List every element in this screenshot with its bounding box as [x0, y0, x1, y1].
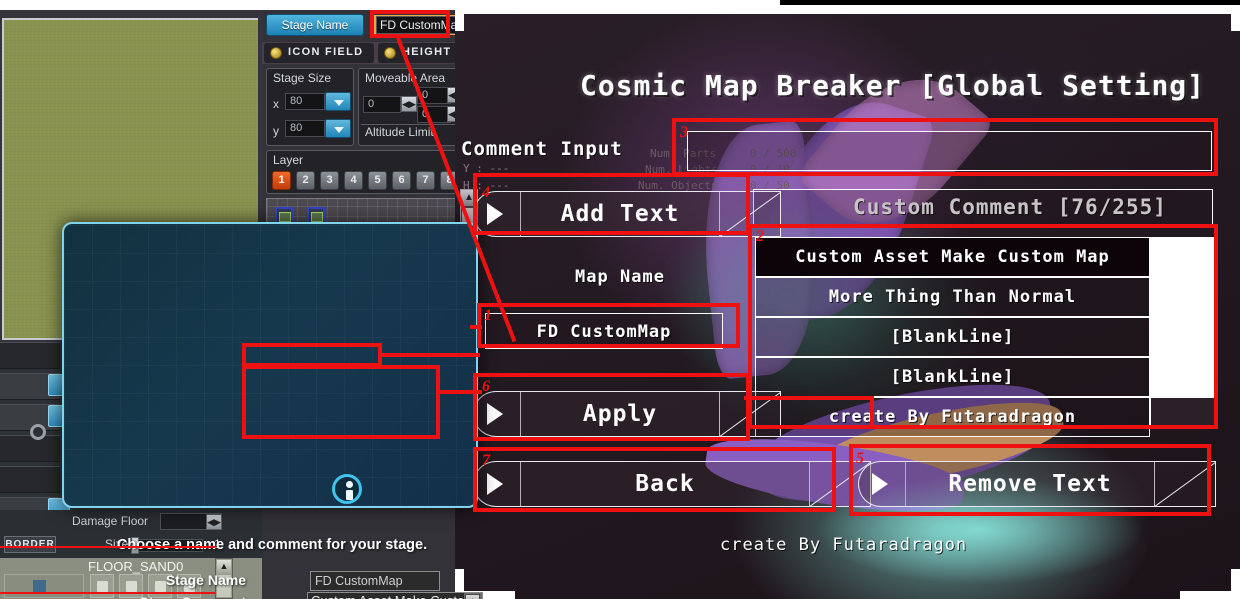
- stage-size-group: Stage Size x 80 y 80: [266, 68, 354, 146]
- comment-list-item[interactable]: [BlankLine]: [755, 317, 1150, 357]
- dialog-message: Choose a name and comment for your stage…: [116, 537, 428, 553]
- stage-size-title: Stage Size: [273, 71, 332, 85]
- layer-button-6[interactable]: 6: [392, 171, 411, 190]
- comment-list-item[interactable]: [BlankLine]: [755, 357, 1150, 397]
- property-row[interactable]: [0, 435, 60, 462]
- screenshot-root: Damage Floor 0 ◀▶ BORDER Size 1 FLOOR_SA…: [0, 0, 1240, 599]
- coin-icon: [384, 47, 396, 59]
- icon-part: [279, 212, 291, 222]
- property-row[interactable]: [0, 373, 70, 400]
- comment-list-item[interactable]: More Thing Than Normal: [755, 277, 1150, 317]
- comment-list-item[interactable]: Custom Asset Make Custom Map: [755, 237, 1150, 277]
- annotation-number-2: 2: [756, 228, 764, 245]
- remove-text-button[interactable]: Remove Text: [858, 461, 1216, 507]
- stage-size-x-dropdown-icon[interactable]: [325, 92, 351, 111]
- stage-size-y-input[interactable]: 80: [285, 120, 325, 137]
- annotation-connector: [870, 396, 874, 426]
- add-text-button[interactable]: Add Text: [473, 191, 781, 237]
- annotation-connector: [380, 353, 480, 357]
- stage-comment-field-label: Stage Comment: [64, 594, 246, 599]
- moveable-area-stepper-1-icon[interactable]: ◀▶: [401, 96, 417, 112]
- button-slash-decoration: [1154, 461, 1216, 507]
- button-slash-decoration: [719, 191, 781, 237]
- stage-size-y-label: y: [273, 124, 279, 138]
- coord-y-readout: Y : ---: [463, 162, 510, 175]
- back-button[interactable]: Back: [473, 461, 871, 507]
- stage-name-field-label: Stage Name: [165, 572, 246, 588]
- comment-list-white-panel: [1150, 237, 1215, 397]
- apply-button[interactable]: Apply: [473, 391, 781, 437]
- remove-text-label: Remove Text: [948, 471, 1112, 497]
- add-text-label: Add Text: [560, 201, 680, 227]
- layer-button-1[interactable]: 1: [272, 171, 291, 190]
- coin-icon: [270, 47, 282, 59]
- annotation-number-3: 3: [680, 124, 688, 141]
- layer-button-4[interactable]: 4: [344, 171, 363, 190]
- annotation-number-1: 1: [484, 307, 492, 324]
- custom-comment-header-frame: [753, 189, 1213, 225]
- property-row[interactable]: [0, 466, 60, 493]
- annotation-connector: [470, 325, 482, 329]
- credit-text: create By Futaradragon: [720, 535, 968, 555]
- back-label: Back: [635, 471, 695, 497]
- annotation-number-4: 4: [482, 184, 490, 201]
- map-name-value: FD CustomMap: [536, 322, 672, 342]
- play-triangle-icon: [487, 473, 503, 495]
- icon-part: [311, 212, 323, 222]
- layer-button-2[interactable]: 2: [296, 171, 315, 190]
- moveable-area-input-1[interactable]: 0: [363, 96, 401, 113]
- layer-button-7[interactable]: 7: [416, 171, 435, 190]
- tab-icon-field[interactable]: ICON FIELD: [264, 43, 374, 63]
- property-row[interactable]: [0, 342, 60, 369]
- curvature-radio-icon[interactable]: [30, 424, 46, 440]
- comment-scrollbar[interactable]: ▲ ▼: [464, 593, 482, 599]
- annotation-number-7: 7: [482, 452, 490, 469]
- game-window: Cosmic Map Breaker [Global Setting] Num.…: [455, 5, 1240, 599]
- dialog-stage-comment-textarea[interactable]: Custom Asset Make Custom Map More Thing …: [307, 592, 483, 599]
- stage-name-button[interactable]: Stage Name: [266, 14, 364, 36]
- annotation-connector: [437, 390, 482, 394]
- layer-title: Layer: [273, 153, 304, 167]
- scroll-up-icon[interactable]: ▲: [465, 594, 480, 599]
- floor-swatch-icon: [33, 580, 46, 593]
- moveable-area-group: Moveable Area 0 ◀▶ 0 ◀▶ 0 ◀▶ Altitude Li…: [358, 68, 463, 146]
- altitude-limit-label: Altitude Limit: [365, 125, 434, 139]
- info-icon-stem: [346, 490, 353, 500]
- play-triangle-icon: [872, 473, 888, 495]
- border-tag-label: BORDER: [4, 536, 56, 553]
- text-input-field[interactable]: [687, 131, 1212, 171]
- property-row[interactable]: [0, 404, 70, 431]
- info-icon: [332, 474, 362, 504]
- stage-size-x-input[interactable]: 80: [285, 93, 325, 110]
- dialog-stage-name-input[interactable]: FD CustomMap: [310, 571, 440, 591]
- comment-input-header: Comment Input: [461, 138, 623, 160]
- comment-list-item[interactable]: create By Futaradragon: [755, 397, 1150, 437]
- layer-button-5[interactable]: 5: [368, 171, 387, 190]
- play-triangle-icon: [487, 203, 503, 225]
- stage-size-y-dropdown-icon[interactable]: [325, 119, 351, 138]
- play-triangle-icon: [487, 403, 503, 425]
- apply-label: Apply: [582, 401, 658, 427]
- damage-floor-row: Damage Floor 0 ◀▶: [0, 512, 262, 532]
- layer-group: Layer 1 2 3 4 5 6 7 8: [266, 150, 462, 194]
- moveable-area-title: Moveable Area: [365, 71, 446, 85]
- info-icon-dot: [346, 481, 353, 488]
- map-name-label: Map Name: [575, 267, 665, 287]
- comment-list-panel-foot: [1150, 397, 1215, 427]
- game-title: Cosmic Map Breaker [Global Setting]: [580, 69, 1206, 102]
- damage-floor-stepper-icon[interactable]: ◀▶: [206, 514, 222, 530]
- stage-name-dialog: Choose a name and comment for your stage…: [62, 222, 483, 599]
- tab-label: ICON FIELD: [288, 46, 364, 58]
- stage-size-x-label: x: [273, 97, 279, 111]
- comment-line: Custom Asset Make Custom Map: [308, 593, 482, 599]
- layer-button-row: 1 2 3 4 5 6 7 8: [272, 171, 460, 190]
- annotation-connector: [744, 396, 874, 400]
- damage-floor-label: Damage Floor: [72, 514, 149, 528]
- annotation-number-5: 5: [856, 450, 864, 467]
- layer-button-3[interactable]: 3: [320, 171, 339, 190]
- annotation-number-6: 6: [482, 378, 490, 395]
